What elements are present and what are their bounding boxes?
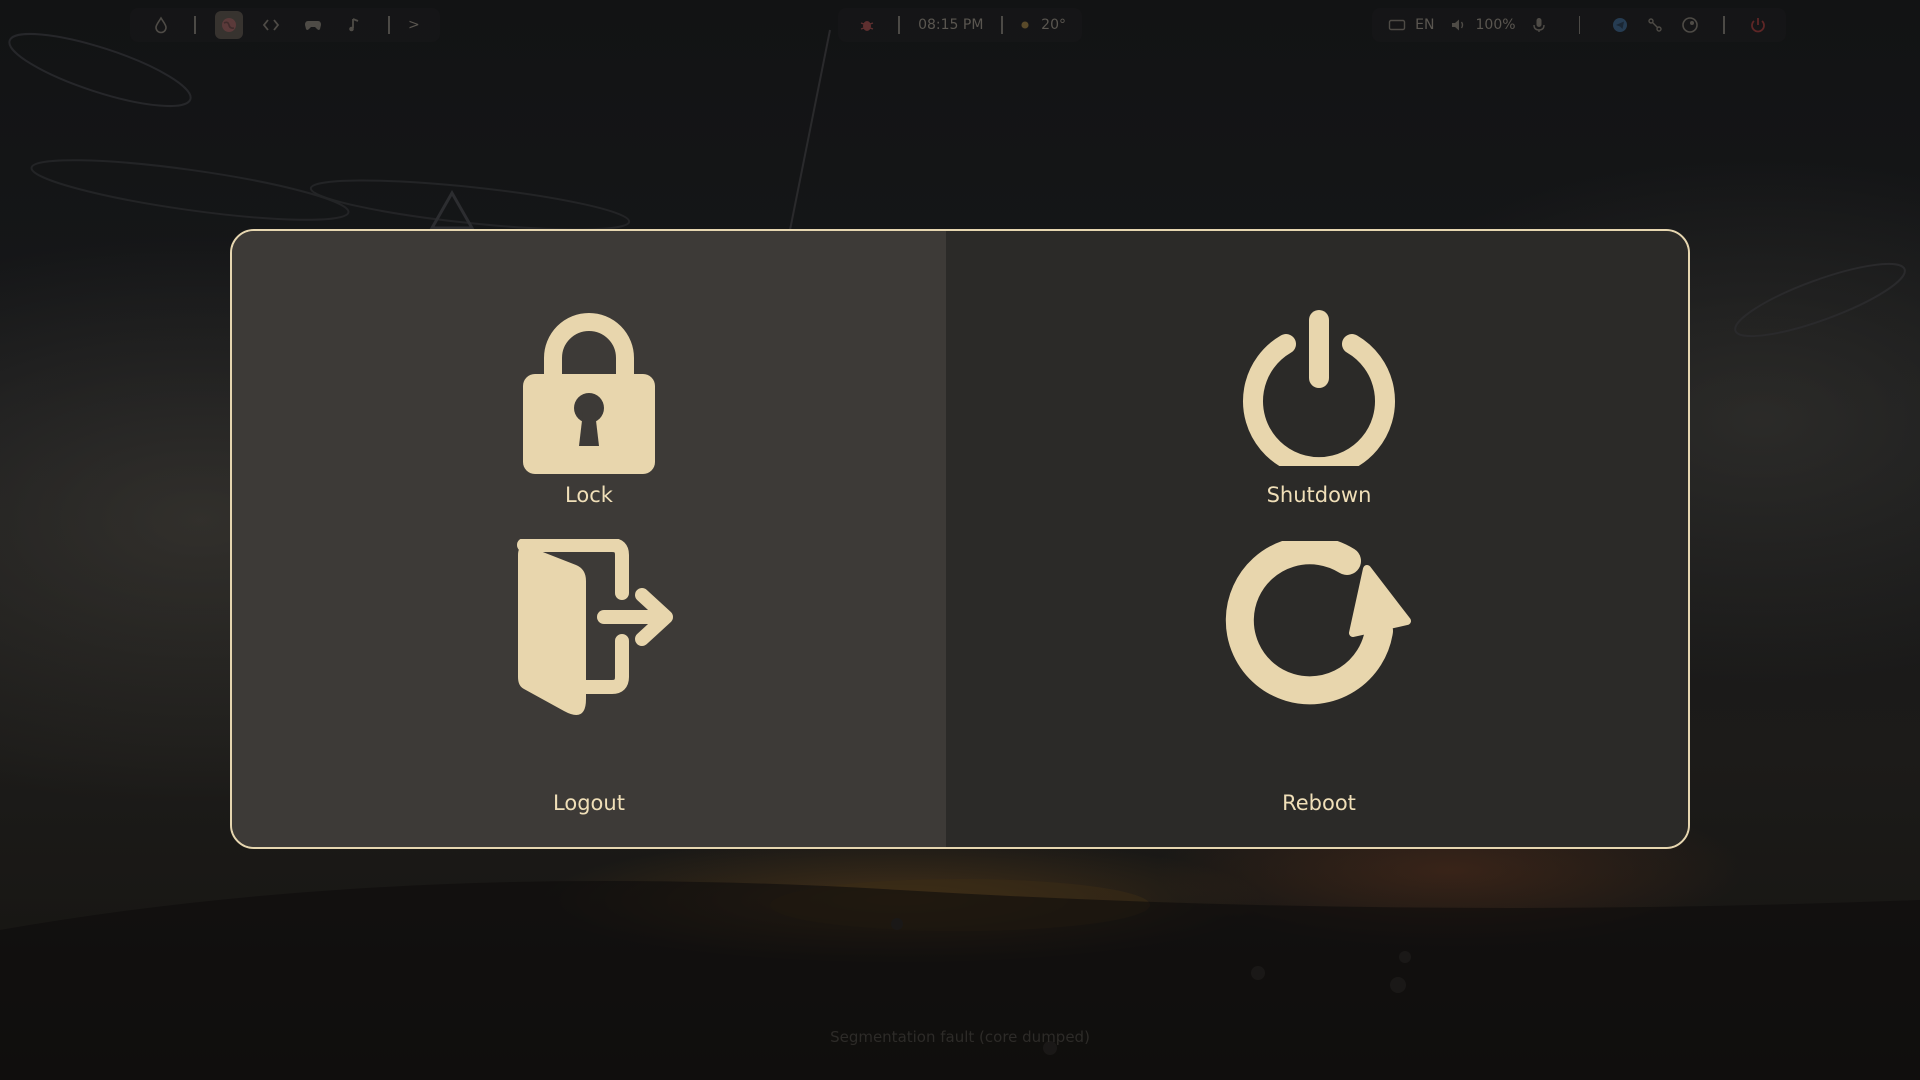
logout-button[interactable]: Logout	[232, 539, 946, 847]
power-icon[interactable]	[1748, 11, 1769, 39]
bug-icon[interactable]	[855, 11, 879, 39]
bar-separator	[388, 16, 390, 34]
bar-separator	[898, 16, 901, 34]
steam-icon[interactable]	[1679, 11, 1700, 39]
background-status-text: Segmentation fault (core dumped)	[830, 1028, 1090, 1046]
shutdown-button[interactable]: Shutdown	[946, 231, 1688, 539]
shutdown-icon-wrap	[946, 306, 1688, 486]
keyboard-layout[interactable]: EN	[1415, 17, 1434, 33]
bar-separator	[1001, 16, 1004, 34]
reboot-button[interactable]: Reboot	[946, 539, 1688, 847]
workspace-group: >	[130, 8, 440, 42]
clock[interactable]: 08:15 PM	[918, 17, 983, 33]
lock-label: Lock	[565, 483, 613, 507]
reboot-icon	[1225, 541, 1411, 705]
status-center-group: 08:15 PM 20°	[838, 8, 1082, 42]
bar-separator	[1723, 16, 1725, 34]
gamepad-icon[interactable]	[299, 11, 327, 39]
weather-temperature[interactable]: 20°	[1041, 17, 1066, 33]
bar-separator	[194, 16, 196, 34]
power-menu: Lock Shutdown Logout Reboot	[230, 229, 1690, 849]
code-icon[interactable]	[257, 11, 285, 39]
logout-label: Logout	[553, 791, 625, 815]
lock-button[interactable]: Lock	[232, 231, 946, 539]
globe-icon[interactable]	[215, 11, 243, 39]
volume-level[interactable]: 100%	[1476, 17, 1516, 33]
top-bar: > 08:15 PM 20° EN 100%	[0, 8, 1920, 42]
lock-icon-wrap	[232, 296, 946, 476]
shutdown-label: Shutdown	[1266, 483, 1372, 507]
reboot-icon-wrap	[946, 541, 1688, 723]
lock-icon	[523, 313, 655, 474]
bar-separator	[1578, 16, 1581, 34]
reboot-label: Reboot	[1282, 791, 1356, 815]
droplet-icon[interactable]	[147, 11, 175, 39]
telegram-icon[interactable]	[1609, 11, 1630, 39]
volume-icon[interactable]	[1448, 11, 1469, 39]
system-tray-group: EN 100%	[1372, 8, 1786, 42]
power-icon	[1243, 310, 1395, 466]
keyboard-icon	[1386, 11, 1407, 39]
sun-icon	[1017, 11, 1033, 39]
mic-icon[interactable]	[1529, 11, 1550, 39]
logout-door-icon	[517, 539, 673, 715]
music-icon[interactable]	[341, 11, 369, 39]
network-icon[interactable]	[1644, 11, 1665, 39]
more-workspaces-button[interactable]: >	[408, 17, 420, 33]
logout-icon-wrap	[232, 539, 946, 721]
